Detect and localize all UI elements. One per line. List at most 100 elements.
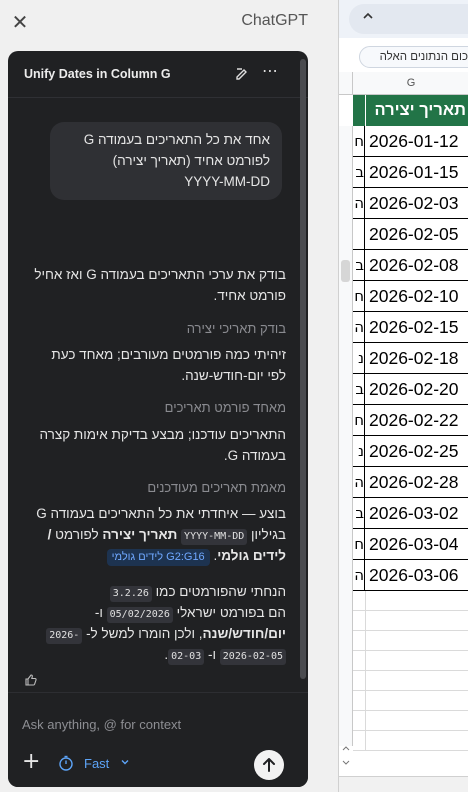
cell-f[interactable]: נ <box>353 436 365 467</box>
table-row: ח 2026-02-10 <box>353 281 468 312</box>
more-options-icon[interactable]: ⋯ <box>262 63 278 79</box>
chat-input[interactable]: Ask anything, @ for context <box>22 717 181 732</box>
header-cell-f[interactable] <box>353 95 365 126</box>
result-line-2: בגיליון YYYY-MM-DD תאריך יצירה לפורמט / <box>24 524 286 545</box>
cell-date[interactable]: 2026-01-15 <box>365 157 468 188</box>
cell-f[interactable]: ח <box>353 281 365 312</box>
app-title: ChatGPT <box>241 12 308 29</box>
header-cell-g[interactable]: תאריך יצירה <box>365 95 468 126</box>
result-code-a: 2026- <box>46 628 83 644</box>
column-header-g[interactable]: G <box>353 72 468 95</box>
table-row: נ 2026-02-18 <box>353 343 468 374</box>
scroll-down-arrow-icon[interactable] <box>341 757 351 767</box>
scroll-up-arrow-icon[interactable] <box>341 744 351 754</box>
empty-row[interactable] <box>353 631 468 651</box>
cell-date[interactable]: 2026-03-04 <box>365 529 468 560</box>
close-icon[interactable]: ✕ <box>9 11 31 33</box>
cell-f[interactable]: ח <box>353 126 365 157</box>
composer: Ask anything, @ for context + Fast <box>8 692 308 787</box>
cell-f[interactable] <box>353 219 365 250</box>
cell-date[interactable]: 2026-02-03 <box>365 188 468 219</box>
cell-date[interactable]: 2026-03-02 <box>365 498 468 529</box>
cell-f[interactable]: ב <box>353 157 365 188</box>
chevron-down-icon[interactable] <box>120 757 130 767</box>
cell-f[interactable]: ב <box>353 250 365 281</box>
chat-panel: Unify Dates in Column G ⋯ אחד את כל התאר… <box>8 51 308 787</box>
step-heading-3[interactable]: מאמת תאריכים מעודכנים <box>24 479 286 497</box>
empty-row[interactable] <box>353 731 468 751</box>
spreadsheet: כום הנתונים האלה G תאריך יצירה ח 2026-01-… <box>338 0 468 792</box>
thumbs-up-icon[interactable] <box>24 673 38 687</box>
column-header-f[interactable] <box>339 72 353 95</box>
chevron-up-icon[interactable] <box>361 9 375 23</box>
range-badge[interactable]: G2:G16 לידים גולמי <box>106 549 210 566</box>
user-message-line-3: YYYY-MM-DD <box>184 174 270 189</box>
cell-date[interactable]: 2026-02-05 <box>365 219 468 250</box>
cell-f[interactable]: ה <box>353 467 365 498</box>
arrow-up-icon <box>263 758 275 772</box>
send-button[interactable] <box>254 750 284 780</box>
empty-row[interactable] <box>353 691 468 711</box>
empty-row[interactable] <box>353 611 468 631</box>
table-row: ב 2026-01-15 <box>353 157 468 188</box>
cell-date[interactable]: 2026-02-28 <box>365 467 468 498</box>
step-text-1: זיהיתי כמה פורמטים מעורבים; מאחד כעת לפי… <box>24 344 286 386</box>
cell-date[interactable]: 2026-02-22 <box>365 405 468 436</box>
user-message-line-2: לפורמט אחיד (תאריך יצירה) <box>112 153 270 168</box>
note-bold-phrase: יום/חודש/שנה <box>202 626 286 641</box>
cell-f[interactable]: ח <box>353 529 365 560</box>
horizontal-scrollbar[interactable] <box>339 776 468 792</box>
note-text-1: הנחתי שהפורמטים כמו <box>155 584 286 599</box>
thread-title: Unify Dates in Column G <box>24 67 171 81</box>
step-heading-1[interactable]: בודק תאריכי יצירה <box>24 320 286 338</box>
intro-line-1: בודק את ערכי התאריכים בעמודה G ואז אחיל <box>34 267 286 282</box>
step-1-line-1: זיהיתי כמה פורמטים מעורבים; מאחד כעת <box>51 347 286 362</box>
cell-date[interactable]: 2026-02-10 <box>365 281 468 312</box>
note-line-2: הם בפורמט ישראלי 05/02/2026 ו- <box>24 602 286 623</box>
table-row: ה 2026-03-06 <box>353 560 468 591</box>
result-line-1: בוצע — איחדתי את כל התאריכים בעמודה G <box>36 506 286 521</box>
cell-f[interactable]: ב <box>353 498 365 529</box>
panel-scrollbar[interactable] <box>300 59 306 679</box>
filter-hint-chip[interactable]: כום הנתונים האלה <box>359 46 468 68</box>
cell-date[interactable]: 2026-03-06 <box>365 560 468 591</box>
cell-date[interactable]: 2026-02-15 <box>365 312 468 343</box>
table-row: ה 2026-02-28 <box>353 467 468 498</box>
edit-icon[interactable] <box>234 66 250 82</box>
add-icon[interactable]: + <box>22 751 40 773</box>
gutter-handle[interactable] <box>341 260 350 282</box>
cell-f[interactable]: ה <box>353 312 365 343</box>
empty-row[interactable] <box>353 651 468 671</box>
cell-date[interactable]: 2026-01-12 <box>365 126 468 157</box>
example-code-2: 05/02/2026 <box>106 607 173 623</box>
cell-f[interactable]: ה <box>353 188 365 219</box>
speed-icon[interactable] <box>58 755 74 771</box>
user-message: אחד את כל התאריכים בעמודה G לפורמט אחיד … <box>50 122 282 200</box>
speed-mode-label[interactable]: Fast <box>84 756 109 771</box>
empty-row[interactable] <box>353 711 468 731</box>
cell-f[interactable]: ב <box>353 374 365 405</box>
step-1-line-2: לפי יום-חודש-שנה. <box>181 368 286 383</box>
feedback-row <box>24 673 64 705</box>
empty-row[interactable] <box>353 671 468 691</box>
table-row: ה 2026-02-15 <box>353 312 468 343</box>
assistant-result: בוצע — איחדתי את כל התאריכים בעמודה G בג… <box>24 503 286 566</box>
row-gutter <box>339 126 353 746</box>
note-line-4: 2026-02-05 ו- 02-03. <box>24 644 286 665</box>
empty-row[interactable] <box>353 591 468 611</box>
result-slash: / <box>47 527 52 542</box>
cell-f[interactable]: נ <box>353 343 365 374</box>
step-2-line-1: התאריכים עודכנו; מבצע בדיקת אימות קצרה <box>39 427 286 442</box>
table-row: ב 2026-03-02 <box>353 498 468 529</box>
cell-date[interactable]: 2026-02-18 <box>365 343 468 374</box>
thread-header: Unify Dates in Column G ⋯ <box>8 51 308 98</box>
user-message-line-1: אחד את כל התאריכים בעמודה G <box>83 132 270 147</box>
step-text-2: התאריכים עודכנו; מבצע בדיקת אימות קצרה ב… <box>24 424 286 466</box>
cell-f[interactable]: ה <box>353 560 365 591</box>
step-heading-2[interactable]: מאחד פורמט תאריכים <box>24 399 286 417</box>
cell-f[interactable]: ח <box>353 405 365 436</box>
cell-date[interactable]: 2026-02-20 <box>365 374 468 405</box>
cell-date[interactable]: 2026-02-25 <box>365 436 468 467</box>
cell-date[interactable]: 2026-02-08 <box>365 250 468 281</box>
format-code: YYYY-MM-DD <box>181 529 248 545</box>
